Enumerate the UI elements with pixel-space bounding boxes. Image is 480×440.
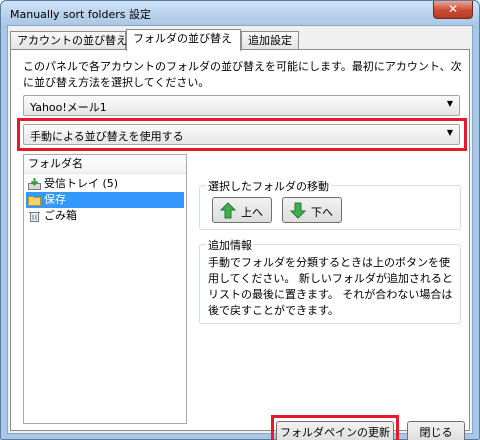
move-group-title: 選択したフォルダの移動	[206, 178, 331, 194]
move-up-label: 上へ	[241, 206, 263, 219]
dialog-body: アカウントの並び替え フォルダの並び替え 追加設定 このパネルで各アカウントのフ…	[7, 25, 473, 440]
trash-icon	[29, 212, 40, 222]
tree-item-trash[interactable]: ごみ箱	[26, 208, 77, 224]
folder-sort-panel: このパネルで各アカウントのフォルダの並び替えを可能にします。最初にアカウント、次…	[10, 49, 470, 440]
tree-item-saved[interactable]: 保存	[26, 192, 184, 208]
tree-item-label: 受信トレイ (5)	[44, 177, 119, 190]
title-bar[interactable]: Manually sort folders 設定 ✕	[1, 1, 479, 25]
tab-account-sort[interactable]: アカウントの並び替え	[10, 31, 127, 50]
tab-extra-settings[interactable]: 追加設定	[241, 31, 299, 50]
folder-tree-header[interactable]: フォルダ名	[24, 155, 186, 174]
info-text: 手動でフォルダを分類するときは上のボタンを使用してください。 新しいフォルダが追…	[208, 256, 453, 317]
folder-tree[interactable]: フォルダ名 受信トレイ (5) 保存 ごみ箱	[23, 154, 187, 424]
move-down-label: 下へ	[311, 206, 333, 219]
move-down-button[interactable]: 下へ	[282, 197, 342, 223]
inbox-icon	[28, 178, 41, 190]
folder-icon	[28, 196, 41, 206]
account-select-value: Yahoo!メール1	[30, 101, 107, 114]
sort-method-highlight	[17, 118, 467, 151]
move-folder-group: 選択したフォルダの移動 上へ 下へ	[199, 178, 461, 230]
tree-item-label: 保存	[44, 193, 66, 206]
tree-item-label: ごみ箱	[44, 209, 77, 222]
window-title: Manually sort folders 設定	[10, 8, 151, 21]
additional-info-group: 追加情報 手動でフォルダを分類するときは上のボタンを使用してください。 新しいフ…	[199, 237, 461, 324]
close-button[interactable]: 閉じる	[407, 421, 465, 440]
arrow-up-icon	[220, 202, 236, 219]
settings-window: Manually sort folders 設定 ✕ アカウントの並び替え フォ…	[0, 0, 480, 440]
arrow-down-icon	[290, 202, 306, 219]
info-group-title: 追加情報	[206, 237, 254, 253]
tree-item-inbox[interactable]: 受信トレイ (5)	[26, 176, 118, 192]
refresh-button-highlight	[271, 415, 399, 440]
move-up-button[interactable]: 上へ	[212, 197, 272, 223]
panel-description: このパネルで各アカウントのフォルダの並び替えを可能にします。最初にアカウント、次…	[23, 60, 462, 89]
tab-folder-sort[interactable]: フォルダの並び替え	[126, 29, 241, 51]
chevron-down-icon: ▼	[446, 99, 453, 108]
account-select[interactable]: Yahoo!メール1 ▼	[23, 95, 460, 116]
close-window-button[interactable]: ✕	[433, 1, 473, 19]
